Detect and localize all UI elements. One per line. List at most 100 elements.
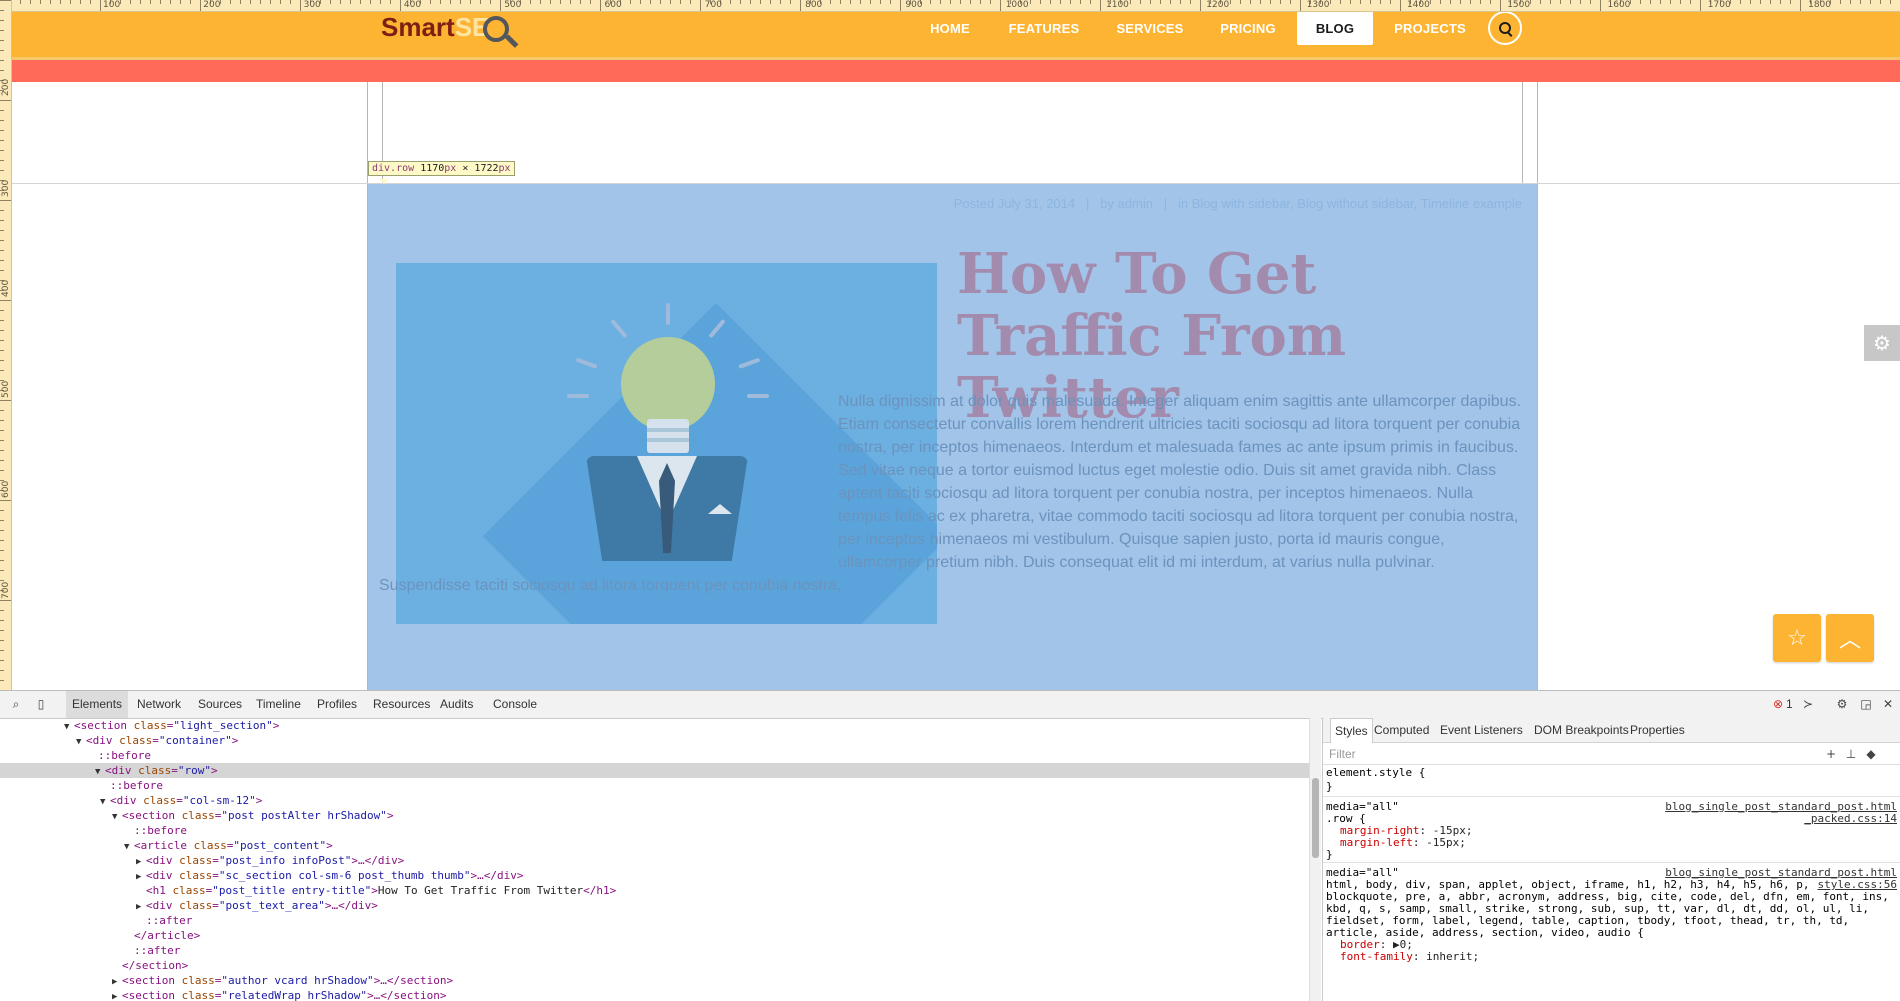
stylesheet-line-link[interactable]: _packed.css:14 (1804, 812, 1897, 826)
dom-node[interactable]: ▶ <div class="post_text_area">…</div> (136, 898, 378, 913)
nav-home[interactable]: HOME (922, 11, 978, 45)
attr-value: "container" (158, 734, 232, 747)
settings-gear-icon[interactable]: ⚙ (1834, 697, 1850, 711)
ruler-tick (0, 660, 4, 661)
ruler-tick (750, 0, 751, 4)
dom-node[interactable]: ▼ <section class="light_section"> (64, 718, 279, 733)
tab-styles[interactable]: Styles (1330, 718, 1373, 743)
ruler-tick (1780, 0, 1781, 4)
dom-node[interactable]: ▶ <div class="sc_section col-sm-6 post_th… (136, 868, 524, 883)
post-categories[interactable]: in Blog with sidebar, Blog without sideb… (1178, 196, 1522, 211)
tab-resources[interactable]: Resources (373, 691, 430, 718)
disclosure-triangle[interactable]: ▼ (76, 735, 86, 750)
ruler-tick (0, 200, 11, 201)
favorite-button[interactable]: ☆ (1773, 614, 1821, 662)
settings-gear-icon[interactable]: ⚙ (1864, 325, 1900, 361)
error-icon[interactable]: ⊗ (1770, 697, 1786, 711)
ruler-tick (0, 320, 4, 321)
equals: = (212, 869, 219, 882)
nav-blog[interactable]: BLOG (1297, 11, 1373, 45)
dom-node[interactable]: ▶ <section class="author vcard hrShadow">… (112, 973, 453, 988)
ruler-tick (1880, 0, 1881, 4)
dock-side-icon[interactable]: ◲ (1858, 697, 1874, 711)
ruler-tick (350, 0, 351, 4)
ruler-tick (0, 670, 4, 671)
dom-node[interactable]: ▼ <div class="container"> (76, 733, 238, 748)
tab-elements[interactable]: Elements (66, 691, 129, 718)
tab-profiles[interactable]: Profiles (317, 691, 357, 718)
ruler-tick (630, 0, 631, 4)
nav-projects[interactable]: PROJECTS (1393, 11, 1467, 45)
close-icon[interactable]: ✕ (1880, 697, 1896, 711)
tab-console[interactable]: Console (493, 691, 537, 718)
inspect-search-icon[interactable]: ⌕ (8, 697, 24, 711)
close-tag: > (272, 719, 280, 732)
scroll-top-button[interactable]: ︿ (1826, 614, 1874, 662)
nav-services[interactable]: SERVICES (1112, 11, 1188, 45)
disclosure-triangle[interactable]: ▼ (112, 810, 122, 825)
tab-audits[interactable]: Audits (440, 691, 473, 718)
ruler-tick (790, 0, 791, 4)
tab-sources[interactable]: Sources (198, 691, 242, 718)
tab-network[interactable]: Network (137, 691, 181, 718)
property-name: margin-left (1340, 836, 1413, 849)
dom-node[interactable]: </article> (124, 928, 200, 943)
ruler-tick (0, 350, 4, 351)
ruler-tick (1230, 0, 1231, 4)
styles-filter-input[interactable]: Filter (1323, 743, 1900, 765)
chevron-up-icon: ︿ (1838, 628, 1861, 653)
dom-node[interactable]: ▼ <div class="row"> (0, 763, 1309, 778)
color-format-icon[interactable]: ◆ (1863, 747, 1879, 761)
css-property[interactable]: margin-left: -15px; (1340, 836, 1466, 850)
nav-pricing[interactable]: PRICING (1216, 11, 1280, 45)
disclosure-triangle[interactable]: ▶ (112, 990, 122, 1001)
dom-node[interactable]: ::before (124, 823, 187, 838)
search-button[interactable] (1488, 11, 1522, 45)
tab-properties[interactable]: Properties (1630, 718, 1685, 742)
dom-node[interactable]: ::before (100, 778, 163, 793)
ruler-tick (1380, 0, 1381, 4)
ruler-tick (550, 0, 551, 4)
disclosure-triangle[interactable]: ▼ (124, 840, 134, 855)
css-property[interactable]: font-family: inherit; (1340, 950, 1479, 964)
dom-node[interactable]: ▼ <section class="post postAlter hrShadow… (112, 808, 394, 823)
dom-node[interactable]: <h1 class="post_title entry-title">How T… (136, 883, 616, 898)
dom-node[interactable]: </section> (112, 958, 188, 973)
ruler-tick (0, 560, 4, 561)
tab-timeline[interactable]: Timeline (256, 691, 301, 718)
ruler-tick (860, 0, 861, 4)
dom-node[interactable]: ::after (136, 913, 192, 928)
site-logo[interactable]: SmartSE (381, 12, 489, 43)
dom-node[interactable]: ▶ <div class="post_info infoPost">…</div> (136, 853, 404, 868)
console-drawer-icon[interactable]: ≻ (1800, 697, 1816, 711)
device-mode-icon[interactable]: ▯ (33, 697, 49, 711)
scrollbar-thumb[interactable] (1312, 778, 1319, 858)
tab-event-listeners[interactable]: Event Listeners (1440, 718, 1523, 742)
dom-node[interactable]: ▼ <div class="col-sm-12"> (100, 793, 262, 808)
ruler-tick (380, 0, 381, 4)
disclosure-triangle[interactable]: ▼ (64, 720, 74, 735)
tab-computed[interactable]: Computed (1374, 718, 1429, 742)
tab-dom-breakpoints[interactable]: DOM Breakpoints (1534, 718, 1629, 742)
ruler-tick (960, 0, 961, 4)
ruler-tick (1480, 0, 1481, 4)
post-author[interactable]: by admin (1100, 196, 1153, 211)
ruler-tick (0, 360, 4, 361)
equals: = (212, 854, 219, 867)
ruler-label: 900 (905, 0, 923, 10)
ruler-tick (1050, 0, 1051, 4)
dom-node[interactable]: ▶ <section class="relatedWrap hrShadow">…… (112, 988, 447, 1001)
disclosure-triangle[interactable]: ▼ (100, 795, 110, 810)
dom-node[interactable]: ::before (88, 748, 151, 763)
dom-node[interactable]: ::after (124, 943, 180, 958)
ruler-tick (80, 0, 81, 4)
pin-icon[interactable]: ⊥ (1843, 747, 1859, 761)
attr-value: "post_text_area" (218, 899, 325, 912)
new-rule-icon[interactable]: + (1823, 747, 1839, 761)
nav-features[interactable]: FEATURES (1006, 11, 1082, 45)
highlighted-row: Posted July 31, 2014 | by admin | in Blo… (367, 183, 1537, 690)
ruler-tick (1580, 0, 1581, 4)
dom-scrollbar[interactable] (1309, 718, 1321, 1001)
dom-node[interactable]: ▼ <article class="post_content"> (124, 838, 333, 853)
ruler-tick (1870, 0, 1871, 4)
